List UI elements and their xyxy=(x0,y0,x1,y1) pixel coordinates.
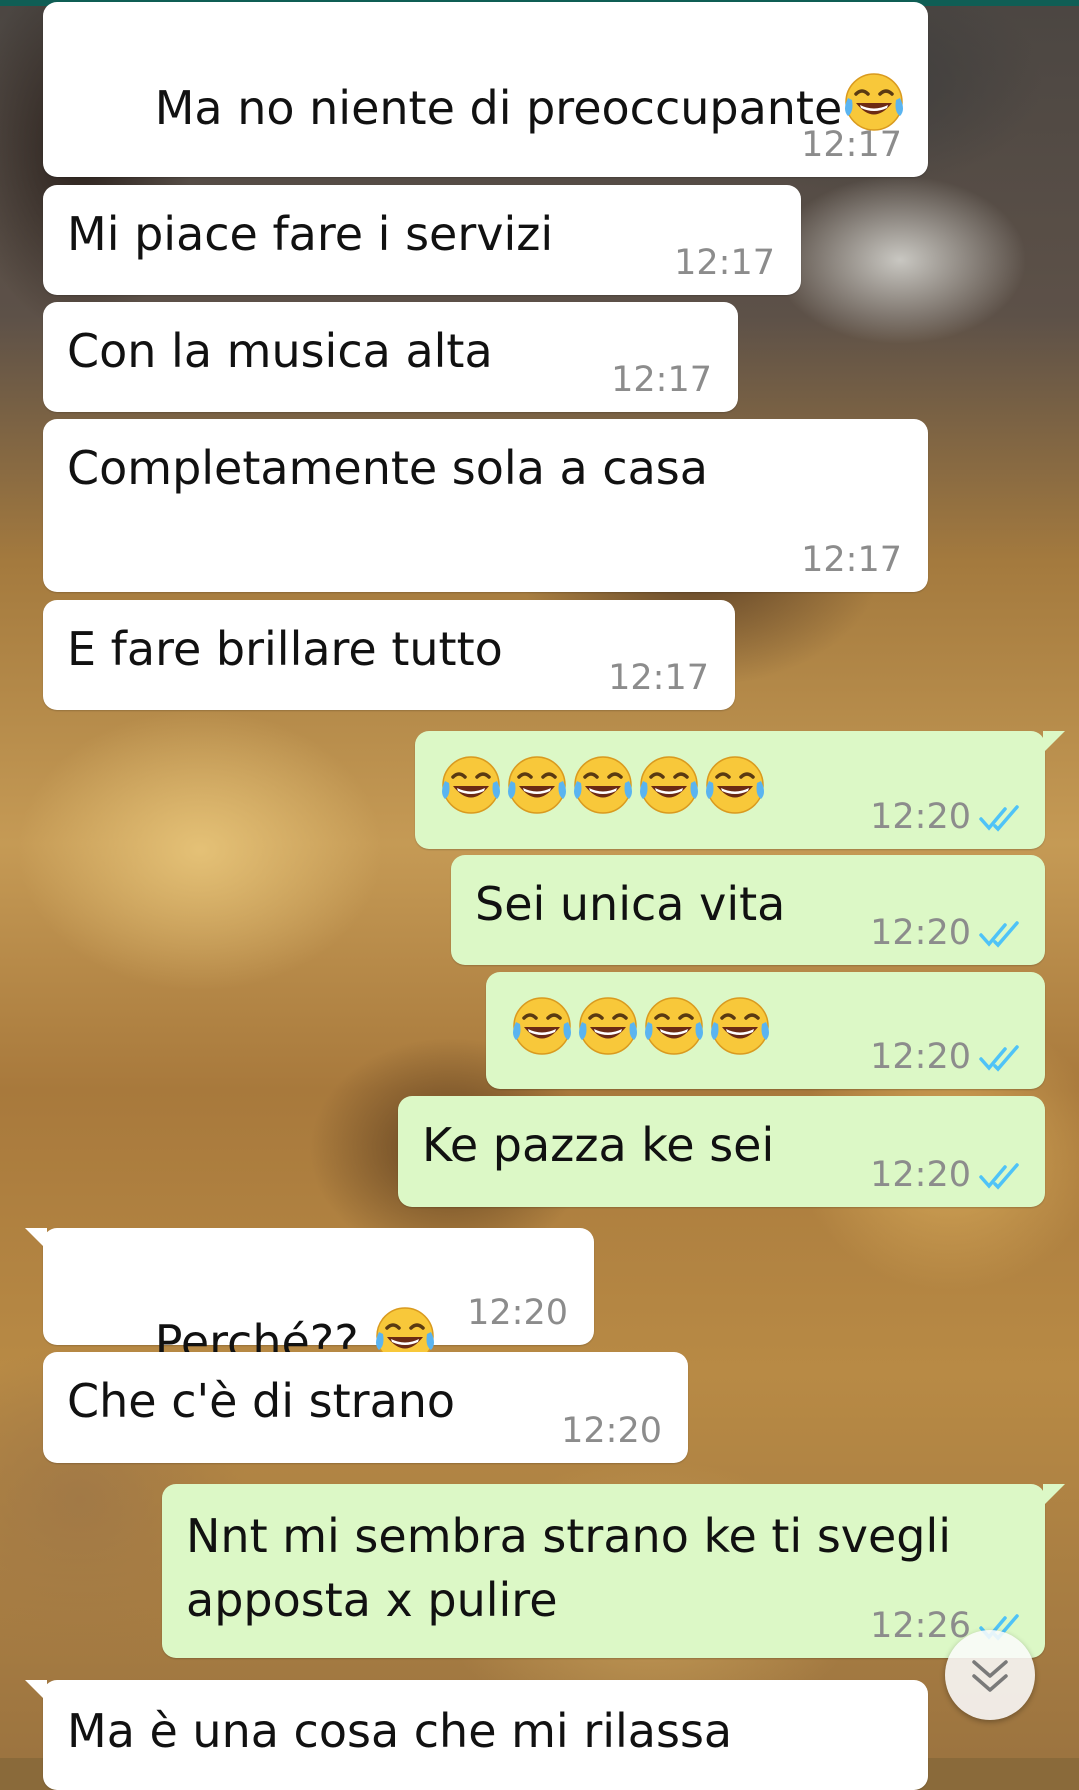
message-text: Che c'è di strano xyxy=(67,1374,456,1428)
face-with-tears-of-joy-icon xyxy=(579,997,637,1055)
message-incoming[interactable]: Ma no niente di preoccupante 12:17 xyxy=(43,2,928,256)
message-outgoing[interactable]: Sei unica vita 12:20 xyxy=(451,855,1045,965)
message-incoming[interactable]: E fare brillare tutto 12:17 xyxy=(43,600,735,710)
read-receipt-icon xyxy=(979,1045,1019,1072)
message-incoming[interactable]: Completamente sola a casa 12:17 xyxy=(43,419,928,592)
message-text: Ma no niente di preoccupante xyxy=(154,81,843,135)
message-text: Nnt mi sembra strano ke ti svegli appost… xyxy=(186,1509,952,1627)
message-timestamp: 12:17 xyxy=(608,658,709,698)
bubble-tail xyxy=(25,1228,47,1250)
face-with-tears-of-joy-icon xyxy=(645,997,703,1055)
message-text: Con la musica alta xyxy=(67,324,493,378)
message-outgoing[interactable]: Nnt mi sembra strano ke ti svegli appost… xyxy=(162,1484,1065,1658)
face-with-tears-of-joy-icon xyxy=(706,756,764,814)
scroll-to-bottom-button[interactable] xyxy=(945,1630,1035,1720)
read-receipt-icon xyxy=(979,921,1019,948)
message-timestamp: 12:20 xyxy=(561,1411,662,1451)
read-receipt-icon xyxy=(979,805,1019,832)
message-timestamp: 12:20 xyxy=(870,1037,971,1077)
bubble-tail xyxy=(25,1680,47,1702)
message-timestamp: 12:20 xyxy=(870,913,971,953)
message-timestamp: 12:17 xyxy=(801,540,902,580)
face-with-tears-of-joy-icon xyxy=(711,997,769,1055)
message-outgoing[interactable]: 12:20 xyxy=(486,972,1045,1089)
message-outgoing[interactable]: 12:20 xyxy=(415,731,1065,849)
message-outgoing[interactable]: Ke pazza ke sei 12:20 xyxy=(398,1096,1045,1207)
face-with-tears-of-joy-icon xyxy=(640,756,698,814)
message-incoming[interactable]: Con la musica alta 12:17 xyxy=(43,302,738,412)
message-text: Mi piace fare i servizi xyxy=(67,207,554,261)
bubble-tail xyxy=(1043,731,1065,753)
face-with-tears-of-joy-icon xyxy=(508,756,566,814)
message-timestamp: 12:17 xyxy=(611,360,712,400)
bubble-tail xyxy=(1043,1484,1065,1506)
message-timestamp: 12:17 xyxy=(801,125,902,165)
message-incoming[interactable]: Che c'è di strano 12:20 xyxy=(43,1352,688,1463)
message-text: Sei unica vita xyxy=(475,877,786,931)
message-text: E fare brillare tutto xyxy=(67,622,503,676)
message-incoming[interactable]: Ma è una cosa che mi rilassa xyxy=(25,1680,928,1790)
double-chevron-down-icon xyxy=(972,1660,1008,1692)
message-text: Ke pazza ke sei xyxy=(422,1118,775,1172)
message-text: Completamente sola a casa xyxy=(67,441,708,495)
message-timestamp: 12:20 xyxy=(467,1293,568,1333)
message-incoming[interactable]: Perché?? 12:20 xyxy=(25,1228,594,1369)
message-timestamp: 12:20 xyxy=(870,1155,971,1195)
message-timestamp: 12:20 xyxy=(870,797,971,837)
message-incoming[interactable]: Mi piace fare i servizi 12:17 xyxy=(43,185,801,295)
face-with-tears-of-joy-icon xyxy=(574,756,632,814)
face-with-tears-of-joy-icon xyxy=(513,997,571,1055)
message-text: Ma è una cosa che mi rilassa xyxy=(67,1704,733,1758)
read-receipt-icon xyxy=(979,1163,1019,1190)
message-timestamp: 12:17 xyxy=(674,243,775,283)
message-timestamp: 12:26 xyxy=(870,1606,971,1646)
face-with-tears-of-joy-icon xyxy=(442,756,500,814)
